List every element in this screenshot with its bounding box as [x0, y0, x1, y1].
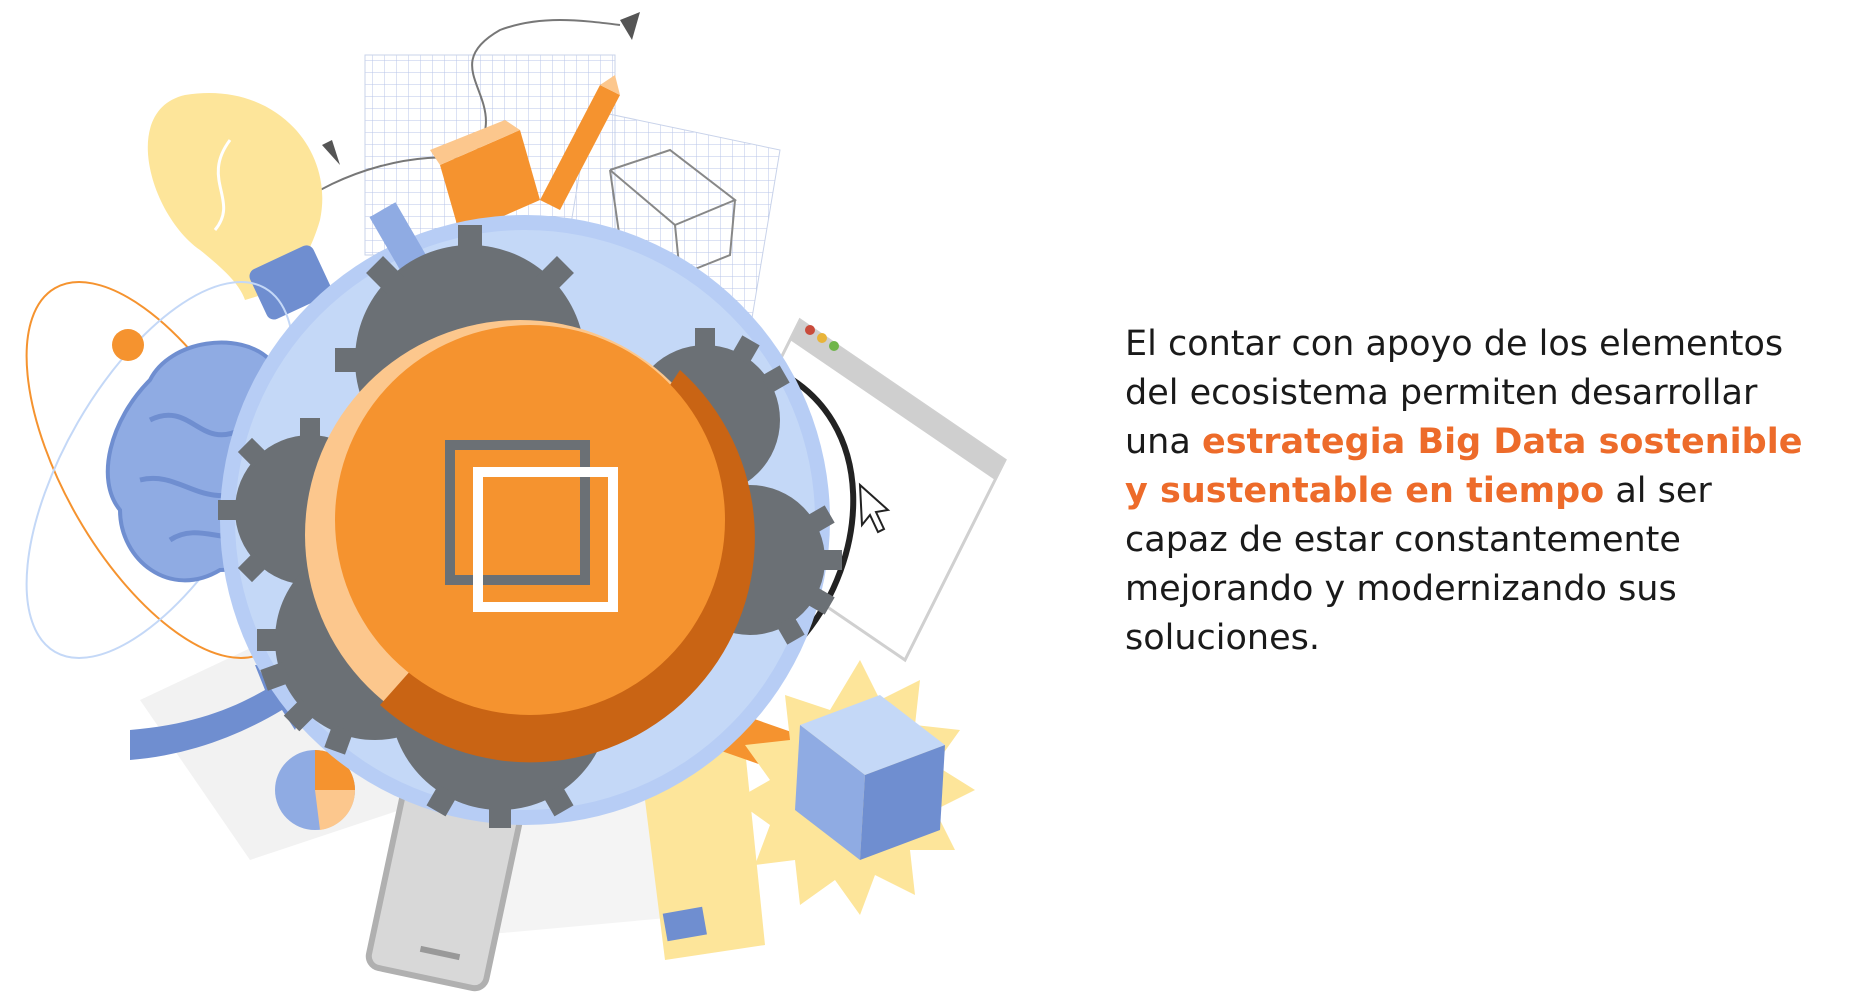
arrowhead-icon — [322, 140, 340, 165]
ecosystem-illustration — [25, 12, 1007, 992]
arrowhead-icon — [620, 12, 640, 40]
description-paragraph: El contar con apoyo de los elementos del… — [1125, 320, 1825, 663]
light-bulb-icon — [147, 92, 331, 320]
